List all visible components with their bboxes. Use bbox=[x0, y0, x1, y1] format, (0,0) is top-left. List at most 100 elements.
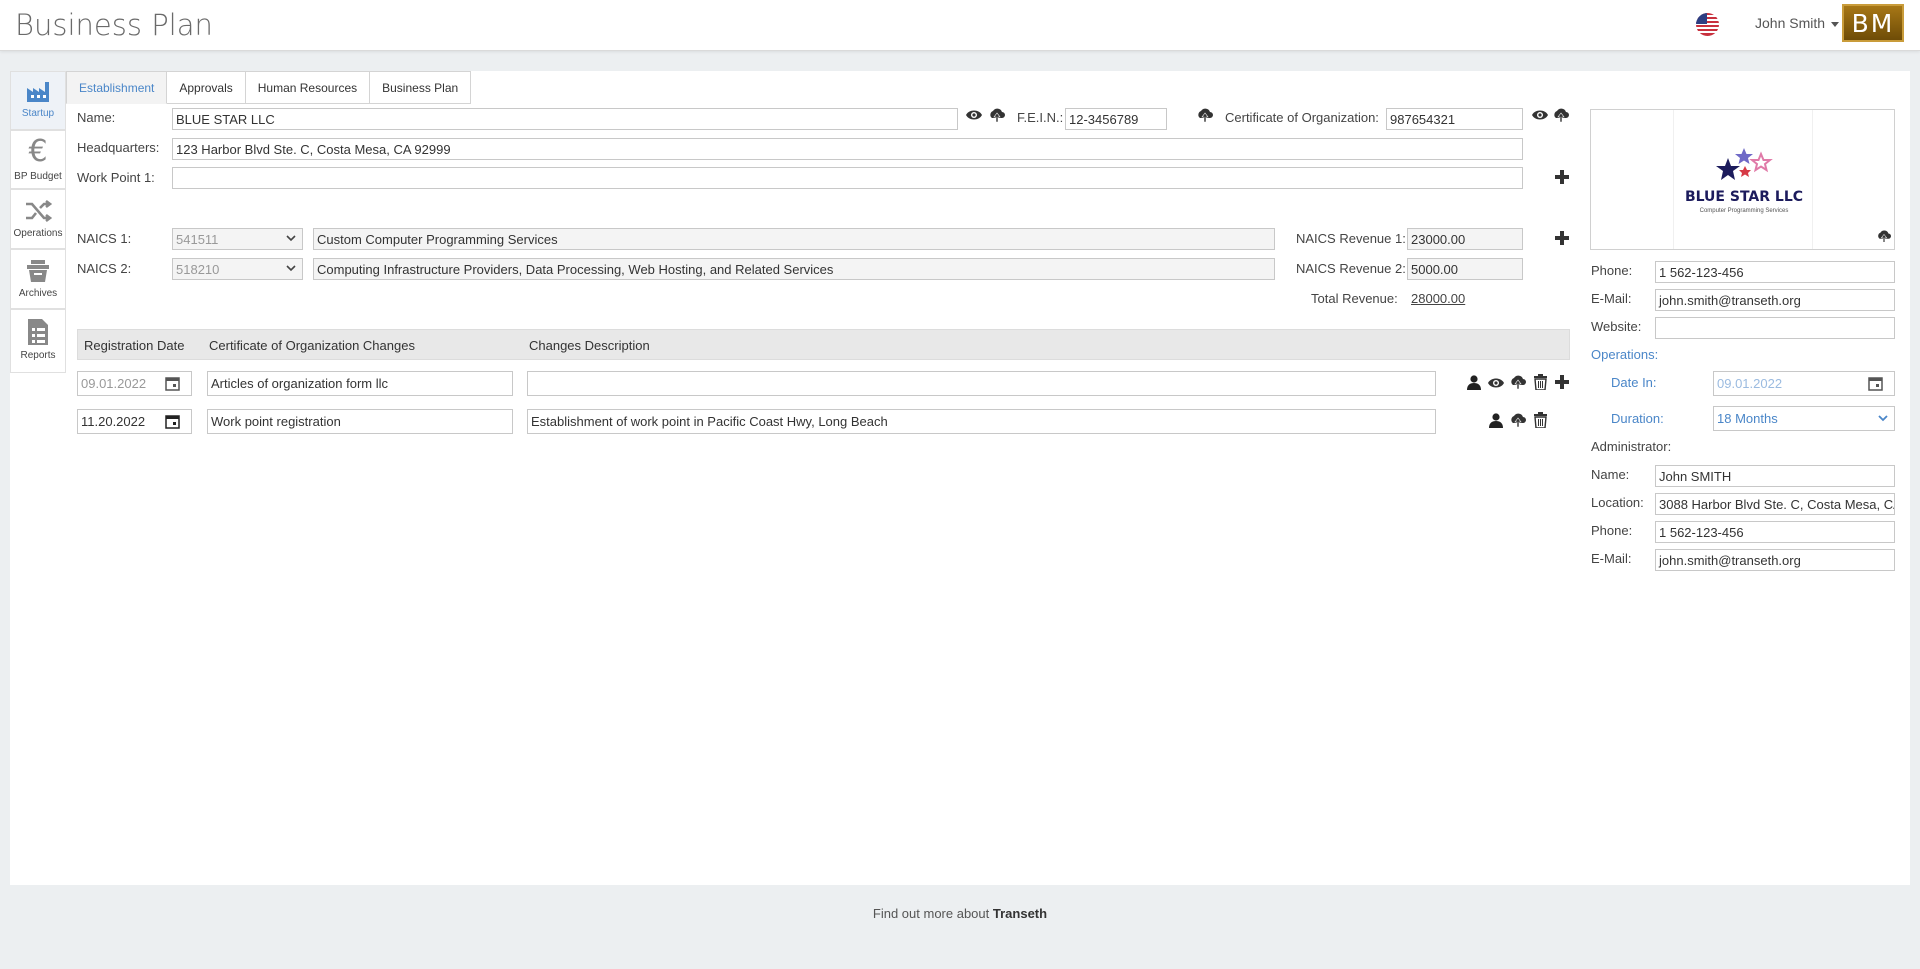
website-field[interactable] bbox=[1655, 317, 1895, 339]
eye-icon[interactable] bbox=[1532, 109, 1548, 121]
cloud-upload-icon[interactable] bbox=[1510, 375, 1526, 391]
certificate-label: Certificate of Organization: bbox=[1225, 110, 1379, 125]
plus-icon[interactable] bbox=[1555, 231, 1569, 245]
naics-2-description[interactable]: Computing Infrastructure Providers, Data… bbox=[313, 258, 1275, 280]
top-header bbox=[0, 0, 1920, 51]
operations-heading: Operations: bbox=[1591, 347, 1659, 362]
work-point-1-label: Work Point 1: bbox=[77, 170, 155, 185]
work-point-1-field[interactable] bbox=[172, 167, 1523, 189]
duration-select[interactable]: 18 Months bbox=[1713, 406, 1895, 431]
naics-1-label: NAICS 1: bbox=[77, 231, 132, 246]
certificate-field[interactable]: 987654321 bbox=[1386, 108, 1523, 130]
nav-item-archives[interactable]: Archives bbox=[10, 249, 66, 309]
caret-down-icon bbox=[1831, 21, 1840, 27]
factory-icon bbox=[25, 80, 51, 104]
page-title: Business Plan bbox=[15, 8, 213, 42]
certificate-change-field[interactable]: Articles of organization form llc bbox=[207, 371, 513, 396]
admin-email-label: E-Mail: bbox=[1591, 551, 1632, 566]
fein-field[interactable]: 12-3456789 bbox=[1065, 108, 1167, 130]
naics-revenue-1-label: NAICS Revenue 1: bbox=[1296, 231, 1406, 246]
person-icon[interactable] bbox=[1467, 375, 1481, 390]
cloud-upload-icon[interactable] bbox=[1553, 108, 1569, 124]
footer-text: Find out more about bbox=[872, 906, 990, 921]
registration-date-value: 11.20.2022 bbox=[81, 414, 146, 429]
chevron-down-icon bbox=[286, 235, 296, 242]
tab-bar: Establishment Approvals Human Resources … bbox=[66, 71, 472, 104]
euro-icon: € bbox=[28, 134, 48, 169]
administrator-heading: Administrator: bbox=[1591, 439, 1672, 454]
app-logo[interactable]: BM bbox=[1842, 4, 1904, 42]
phone-field[interactable]: 1 562-123-456 bbox=[1655, 261, 1895, 283]
naics-2-code: 518210 bbox=[176, 261, 220, 277]
column-header-changes-description: Changes Description bbox=[529, 338, 650, 353]
nav-label: Archives bbox=[18, 288, 58, 299]
admin-phone-label: Phone: bbox=[1591, 523, 1633, 538]
changes-description-field[interactable]: Establishment of work point in Pacific C… bbox=[527, 409, 1436, 434]
tab-business-plan[interactable]: Business Plan bbox=[370, 71, 472, 104]
company-logo-card: BLUE STAR LLC Computer Programming Servi… bbox=[1590, 109, 1895, 250]
basket-icon bbox=[25, 258, 51, 284]
naics-revenue-1-field[interactable]: 23000.00 bbox=[1407, 228, 1523, 250]
headquarters-label: Headquarters: bbox=[77, 140, 160, 155]
tab-approvals[interactable]: Approvals bbox=[167, 71, 246, 104]
admin-location-field[interactable]: 3088 Harbor Blvd Ste. C, Costa Mesa, CA bbox=[1655, 493, 1895, 515]
email-field[interactable]: john.smith@transeth.org bbox=[1655, 289, 1895, 311]
trash-icon[interactable] bbox=[1534, 412, 1547, 428]
naics-1-description[interactable]: Custom Computer Programming Services bbox=[313, 228, 1275, 250]
plus-icon[interactable] bbox=[1555, 170, 1569, 184]
duration-value: 18 Months bbox=[1717, 411, 1778, 426]
changes-table-header: Registration Date Certificate of Organiz… bbox=[77, 329, 1570, 360]
cloud-upload-icon[interactable] bbox=[1510, 413, 1526, 429]
name-label: Name: bbox=[77, 110, 116, 125]
admin-name-label: Name: bbox=[1591, 467, 1630, 482]
admin-phone-field[interactable]: 1 562-123-456 bbox=[1655, 521, 1895, 543]
nav-item-startup[interactable]: Startup bbox=[10, 71, 66, 130]
cloud-upload-icon[interactable] bbox=[1197, 108, 1213, 124]
naics-1-select[interactable]: 541511 bbox=[172, 228, 303, 250]
certificate-change-field[interactable]: Work point registration bbox=[207, 409, 513, 434]
chevron-down-icon bbox=[286, 265, 296, 272]
logo-tagline: Computer Programming Services bbox=[1699, 208, 1789, 214]
logo-company-name: BLUE STAR LLC bbox=[1684, 189, 1804, 205]
footer-brand-link[interactable]: Transeth bbox=[993, 906, 1047, 921]
admin-email-field[interactable]: john.smith@transeth.org bbox=[1655, 549, 1895, 571]
tab-human-resources[interactable]: Human Resources bbox=[245, 71, 371, 104]
total-revenue-label: Total Revenue: bbox=[1311, 291, 1398, 306]
cloud-upload-icon[interactable] bbox=[989, 108, 1005, 124]
nav-item-bp-budget[interactable]: € BP Budget bbox=[10, 130, 66, 189]
name-field[interactable]: BLUE STAR LLC bbox=[172, 108, 958, 130]
calendar-icon[interactable] bbox=[165, 376, 180, 391]
user-menu[interactable]: John Smith bbox=[1755, 15, 1840, 31]
naics-2-label: NAICS 2: bbox=[77, 261, 132, 276]
company-logo-image: BLUE STAR LLC Computer Programming Servi… bbox=[1673, 110, 1813, 249]
naics-revenue-2-field[interactable]: 5000.00 bbox=[1407, 258, 1523, 280]
date-in-value: 09.01.2022 bbox=[1717, 376, 1783, 391]
headquarters-field[interactable]: 123 Harbor Blvd Ste. C, Costa Mesa, CA 9… bbox=[172, 138, 1523, 160]
plus-icon[interactable] bbox=[1555, 375, 1569, 389]
nav-label: Reports bbox=[20, 350, 56, 361]
person-icon[interactable] bbox=[1489, 413, 1503, 428]
shuffle-icon bbox=[24, 198, 52, 224]
column-header-certificate-changes: Certificate of Organization Changes bbox=[209, 338, 415, 353]
eye-icon[interactable] bbox=[1488, 377, 1504, 389]
naics-revenue-2-label: NAICS Revenue 2: bbox=[1296, 261, 1406, 276]
nav-label: Startup bbox=[21, 108, 55, 119]
trash-icon[interactable] bbox=[1534, 374, 1547, 390]
us-flag-icon[interactable] bbox=[1696, 13, 1719, 36]
admin-name-field[interactable]: John SMITH bbox=[1655, 465, 1895, 487]
nav-item-reports[interactable]: Reports bbox=[10, 309, 66, 373]
phone-label: Phone: bbox=[1591, 263, 1633, 278]
fein-label: F.E.I.N.: bbox=[1017, 110, 1064, 125]
cloud-upload-icon[interactable] bbox=[1877, 230, 1891, 244]
naics-2-select[interactable]: 518210 bbox=[172, 258, 303, 280]
nav-item-operations[interactable]: Operations bbox=[10, 189, 66, 249]
duration-label: Duration: bbox=[1611, 411, 1664, 426]
eye-icon[interactable] bbox=[966, 109, 982, 121]
changes-description-field[interactable] bbox=[527, 371, 1436, 396]
tab-establishment[interactable]: Establishment bbox=[66, 71, 168, 104]
calendar-icon[interactable] bbox=[165, 414, 180, 429]
nav-label: Operations bbox=[13, 228, 63, 239]
calendar-icon[interactable] bbox=[1868, 376, 1883, 391]
email-label: E-Mail: bbox=[1591, 291, 1632, 306]
website-label: Website: bbox=[1591, 319, 1642, 334]
